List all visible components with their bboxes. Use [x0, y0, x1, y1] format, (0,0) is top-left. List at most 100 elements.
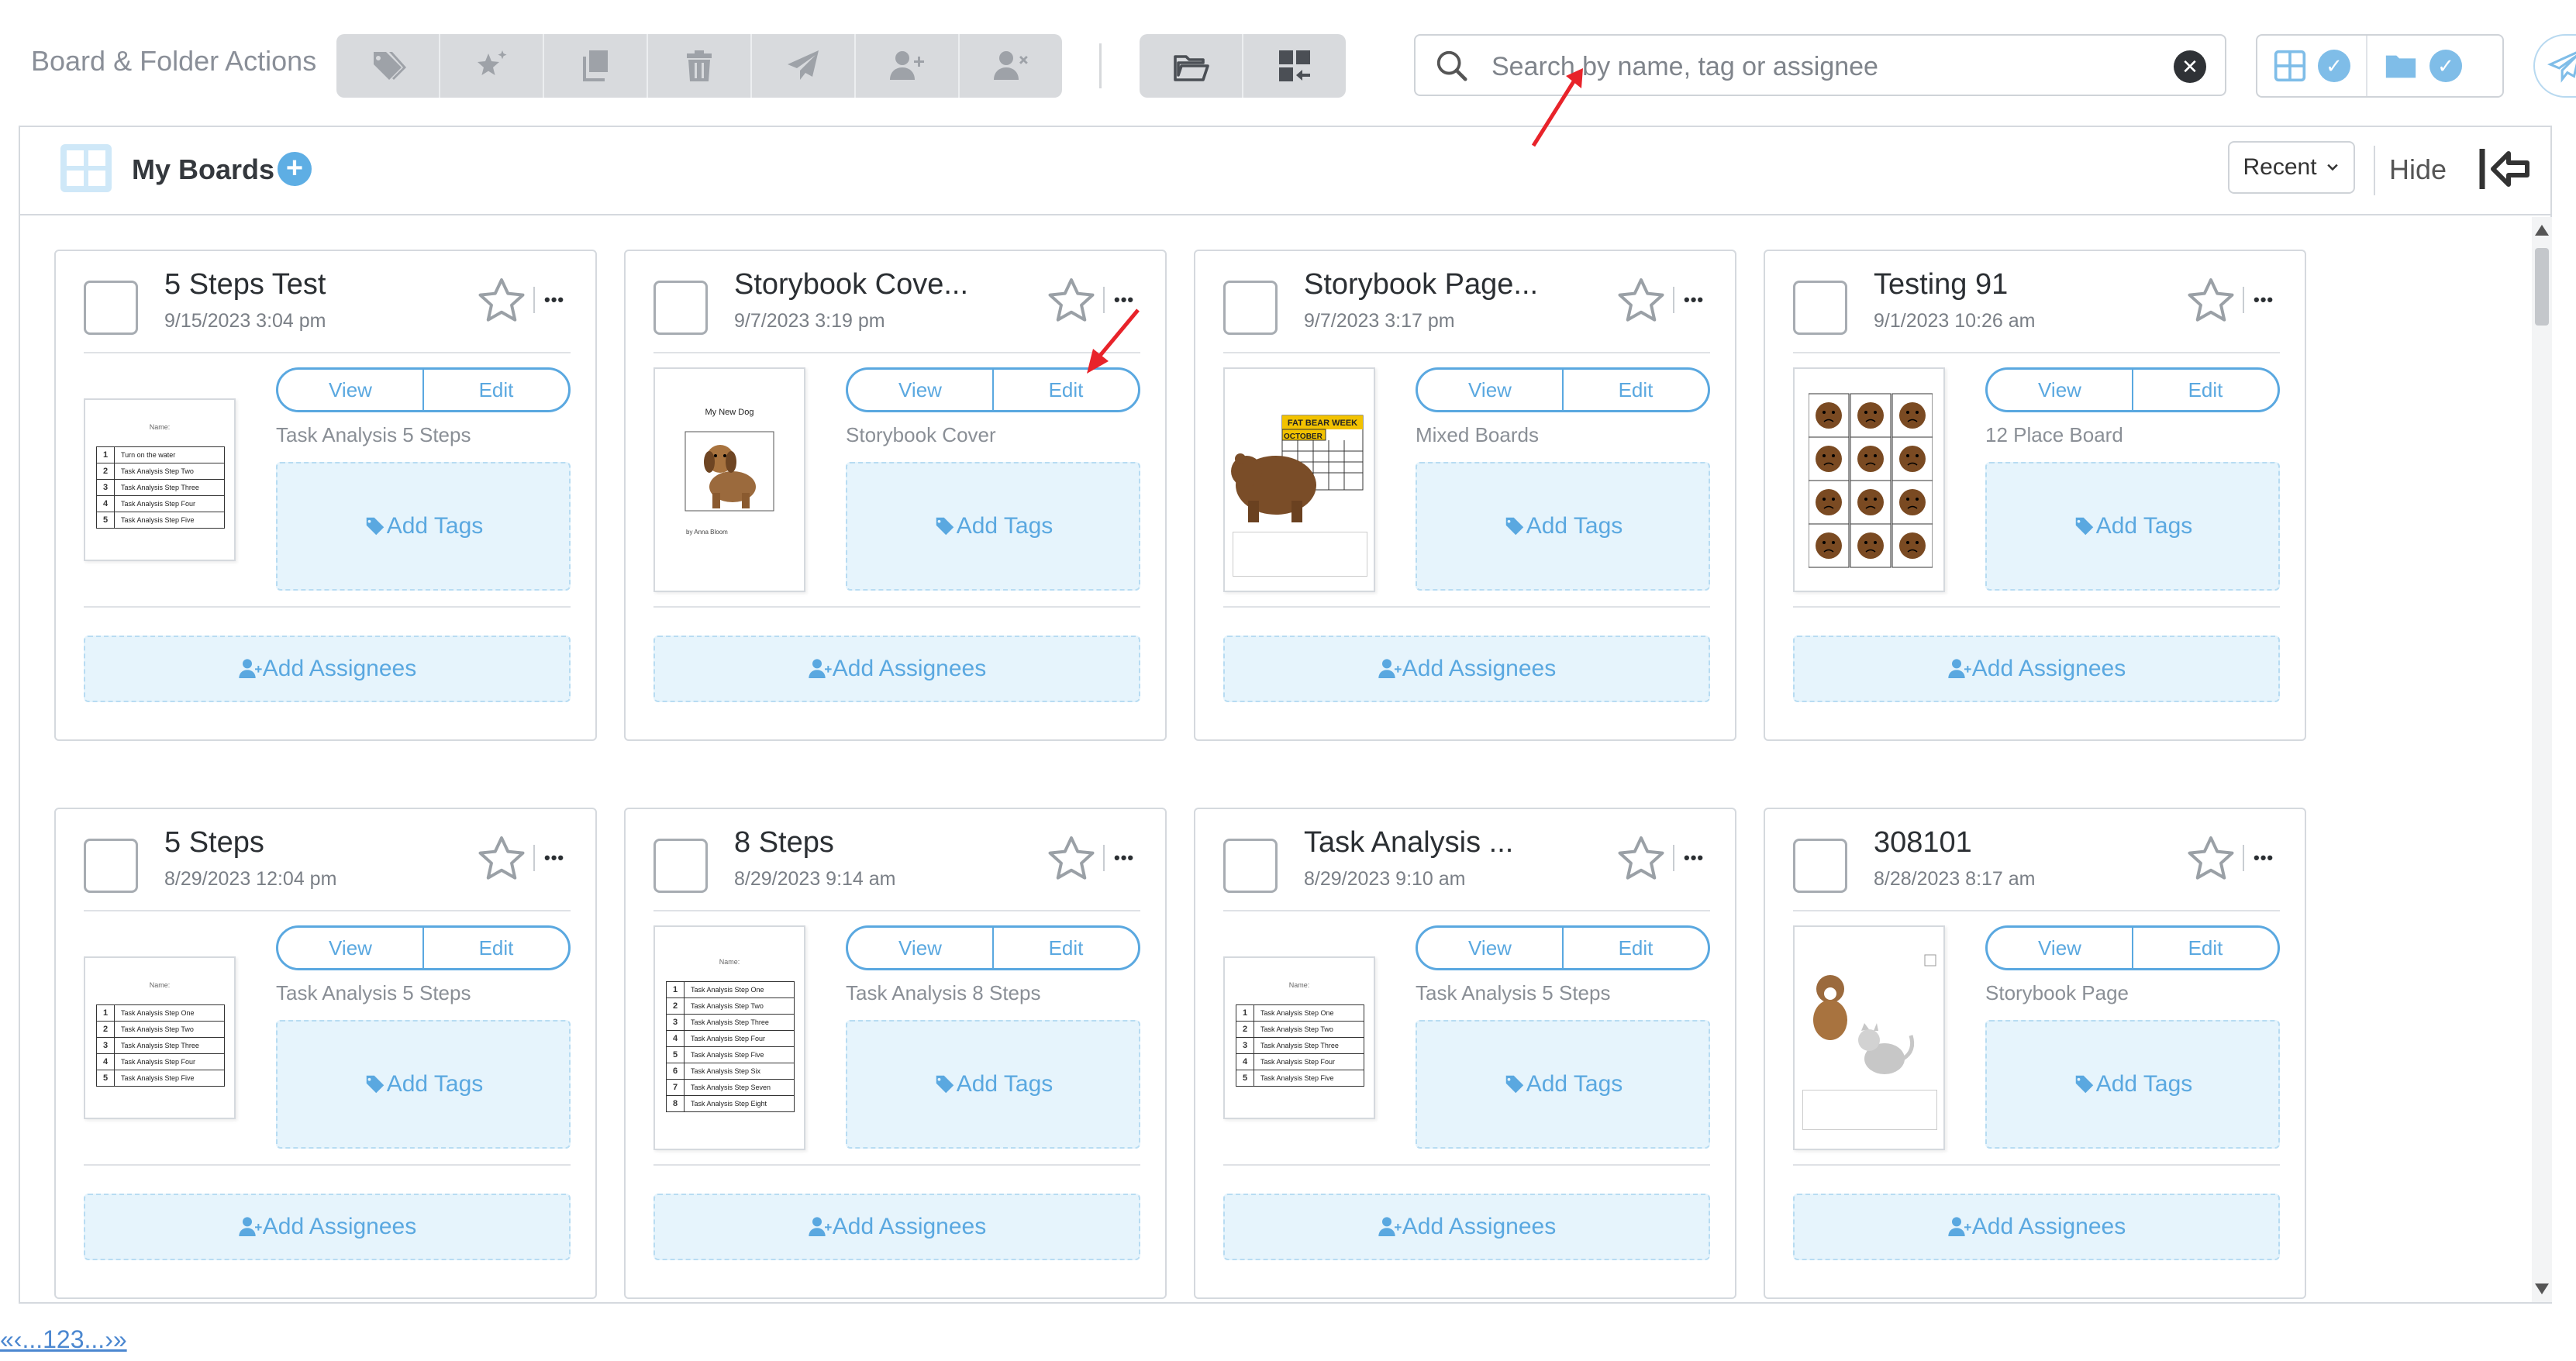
- select-checkbox[interactable]: [653, 839, 708, 893]
- edit-button[interactable]: Edit: [2132, 370, 2278, 410]
- copy-button[interactable]: [544, 34, 648, 98]
- more-options-icon[interactable]: •••: [544, 848, 564, 868]
- add-assignees-button[interactable]: Add Assignees: [1793, 636, 2280, 702]
- view-button[interactable]: View: [1418, 928, 1562, 968]
- add-assignees-button[interactable]: Add Assignees: [653, 636, 1140, 702]
- add-assignees-button[interactable]: Add Assignees: [1223, 636, 1710, 702]
- edit-button[interactable]: Edit: [422, 370, 568, 410]
- more-options-icon[interactable]: •••: [1684, 290, 1704, 310]
- board-title[interactable]: 5 Steps Test: [164, 268, 326, 301]
- search-input[interactable]: [1490, 43, 2160, 90]
- more-options-icon[interactable]: •••: [544, 290, 564, 310]
- select-checkbox[interactable]: [84, 281, 138, 335]
- clear-search-icon[interactable]: ✕: [2174, 50, 2206, 83]
- scrollbar-thumb[interactable]: [2535, 248, 2549, 326]
- select-checkbox[interactable]: [1223, 281, 1278, 335]
- more-options-icon[interactable]: •••: [2254, 290, 2274, 310]
- board-title[interactable]: 8 Steps: [734, 826, 834, 860]
- board-thumbnail[interactable]: Name: 1 Turn on the water 2 Task Analysis St…: [84, 398, 236, 561]
- more-options-icon[interactable]: •••: [1114, 848, 1134, 868]
- favorite-star-icon[interactable]: [1614, 274, 1668, 327]
- board-thumbnail[interactable]: [1793, 925, 1945, 1150]
- more-options-icon[interactable]: •••: [2254, 848, 2274, 868]
- select-checkbox[interactable]: [653, 281, 708, 335]
- add-tags-button[interactable]: Add Tags: [846, 462, 1140, 591]
- pagination-links[interactable]: «‹...123...›»: [0, 1325, 127, 1354]
- boards-view-toggle[interactable]: ✓: [2257, 36, 2366, 96]
- board-thumbnail[interactable]: [1793, 367, 1945, 592]
- add-tags-button[interactable]: Add Tags: [276, 462, 571, 591]
- edit-button[interactable]: Edit: [992, 928, 1138, 968]
- board-thumbnail[interactable]: Name: 1 Task Analysis Step One 2 Task Analys…: [84, 956, 236, 1119]
- more-options-icon[interactable]: •••: [1684, 848, 1704, 868]
- add-tags-button[interactable]: Add Tags: [1416, 1020, 1710, 1149]
- select-checkbox[interactable]: [1793, 839, 1847, 893]
- vertical-scrollbar[interactable]: [2532, 217, 2552, 1302]
- view-button[interactable]: View: [278, 370, 422, 410]
- tag-button[interactable]: [336, 34, 440, 98]
- edit-button[interactable]: Edit: [2132, 928, 2278, 968]
- sort-select[interactable]: Recent: [2228, 141, 2355, 194]
- add-tags-button[interactable]: Add Tags: [1416, 462, 1710, 591]
- scroll-up-icon[interactable]: [2535, 225, 2549, 236]
- view-button[interactable]: View: [1418, 370, 1562, 410]
- copy-icon: [583, 50, 608, 81]
- favorite-star-icon[interactable]: [2184, 274, 2238, 327]
- select-checkbox[interactable]: [1223, 839, 1278, 893]
- select-checkbox[interactable]: [1793, 281, 1847, 335]
- move-boards-button[interactable]: [1243, 34, 1346, 98]
- thumb-table-row: 3 Task Analysis Step Three: [1236, 1038, 1364, 1054]
- board-title[interactable]: Storybook Page...: [1304, 268, 1538, 301]
- add-tags-button[interactable]: Add Tags: [1985, 1020, 2280, 1149]
- card-rule: [1793, 606, 2280, 608]
- remove-assignee-button[interactable]: [960, 34, 1062, 98]
- board-type: 12 Place Board: [1985, 423, 2123, 446]
- move-to-folder-button[interactable]: [1140, 34, 1243, 98]
- edit-button[interactable]: Edit: [1562, 928, 1708, 968]
- delete-button[interactable]: [648, 34, 752, 98]
- add-assignees-button[interactable]: Add Assignees: [84, 1194, 571, 1260]
- board-title[interactable]: Storybook Cove...: [734, 268, 968, 301]
- scroll-down-icon[interactable]: [2535, 1283, 2549, 1294]
- share-button[interactable]: [2533, 34, 2576, 98]
- add-assignees-button[interactable]: Add Assignees: [653, 1194, 1140, 1260]
- favorite-star-icon[interactable]: [474, 274, 529, 327]
- edit-button[interactable]: Edit: [422, 928, 568, 968]
- folders-view-toggle[interactable]: ✓: [2366, 36, 2478, 96]
- add-assignees-button[interactable]: Add Assignees: [1793, 1194, 2280, 1260]
- hide-label[interactable]: Hide: [2389, 153, 2447, 186]
- view-button[interactable]: View: [278, 928, 422, 968]
- thumb-row-number: 1: [1236, 1005, 1254, 1021]
- favorite-star-icon[interactable]: [474, 832, 529, 885]
- board-thumbnail[interactable]: My New Dog by Anna Bloom: [653, 367, 805, 592]
- edit-button[interactable]: Edit: [1562, 370, 1708, 410]
- view-button[interactable]: View: [848, 370, 992, 410]
- magic-star-button[interactable]: [440, 34, 544, 98]
- view-button[interactable]: View: [1988, 370, 2132, 410]
- board-title[interactable]: Task Analysis ...: [1304, 826, 1513, 860]
- add-tags-button[interactable]: Add Tags: [276, 1020, 571, 1149]
- favorite-star-icon[interactable]: [1044, 832, 1098, 885]
- view-button[interactable]: View: [848, 928, 992, 968]
- board-title[interactable]: 5 Steps: [164, 826, 264, 860]
- thumb-table-row: 3 Task Analysis Step Three: [97, 1038, 224, 1054]
- add-assignees-button[interactable]: Add Assignees: [84, 636, 571, 702]
- boards-move-icon: [1279, 50, 1310, 81]
- add-tags-button[interactable]: Add Tags: [846, 1020, 1140, 1149]
- add-assignees-button[interactable]: Add Assignees: [1223, 1194, 1710, 1260]
- favorite-star-icon[interactable]: [1614, 832, 1668, 885]
- board-title[interactable]: Testing 91: [1874, 268, 2008, 301]
- send-button[interactable]: [752, 34, 856, 98]
- view-button[interactable]: View: [1988, 928, 2132, 968]
- favorite-star-icon[interactable]: [2184, 832, 2238, 885]
- add-user-icon: [809, 659, 832, 678]
- board-thumbnail[interactable]: Name: 1 Task Analysis Step One 2 Task Analys…: [1223, 956, 1375, 1119]
- add-board-icon[interactable]: +: [278, 152, 312, 186]
- board-thumbnail[interactable]: Name: 1 Task Analysis Step One 2 Task Analys…: [653, 925, 805, 1150]
- add-assignee-button[interactable]: [856, 34, 960, 98]
- collapse-panel-icon[interactable]: [2478, 144, 2532, 194]
- add-tags-button[interactable]: Add Tags: [1985, 462, 2280, 591]
- board-thumbnail[interactable]: FAT BEAR WEEK OCTOBER: [1223, 367, 1375, 592]
- select-checkbox[interactable]: [84, 839, 138, 893]
- board-title[interactable]: 308101: [1874, 826, 1972, 860]
